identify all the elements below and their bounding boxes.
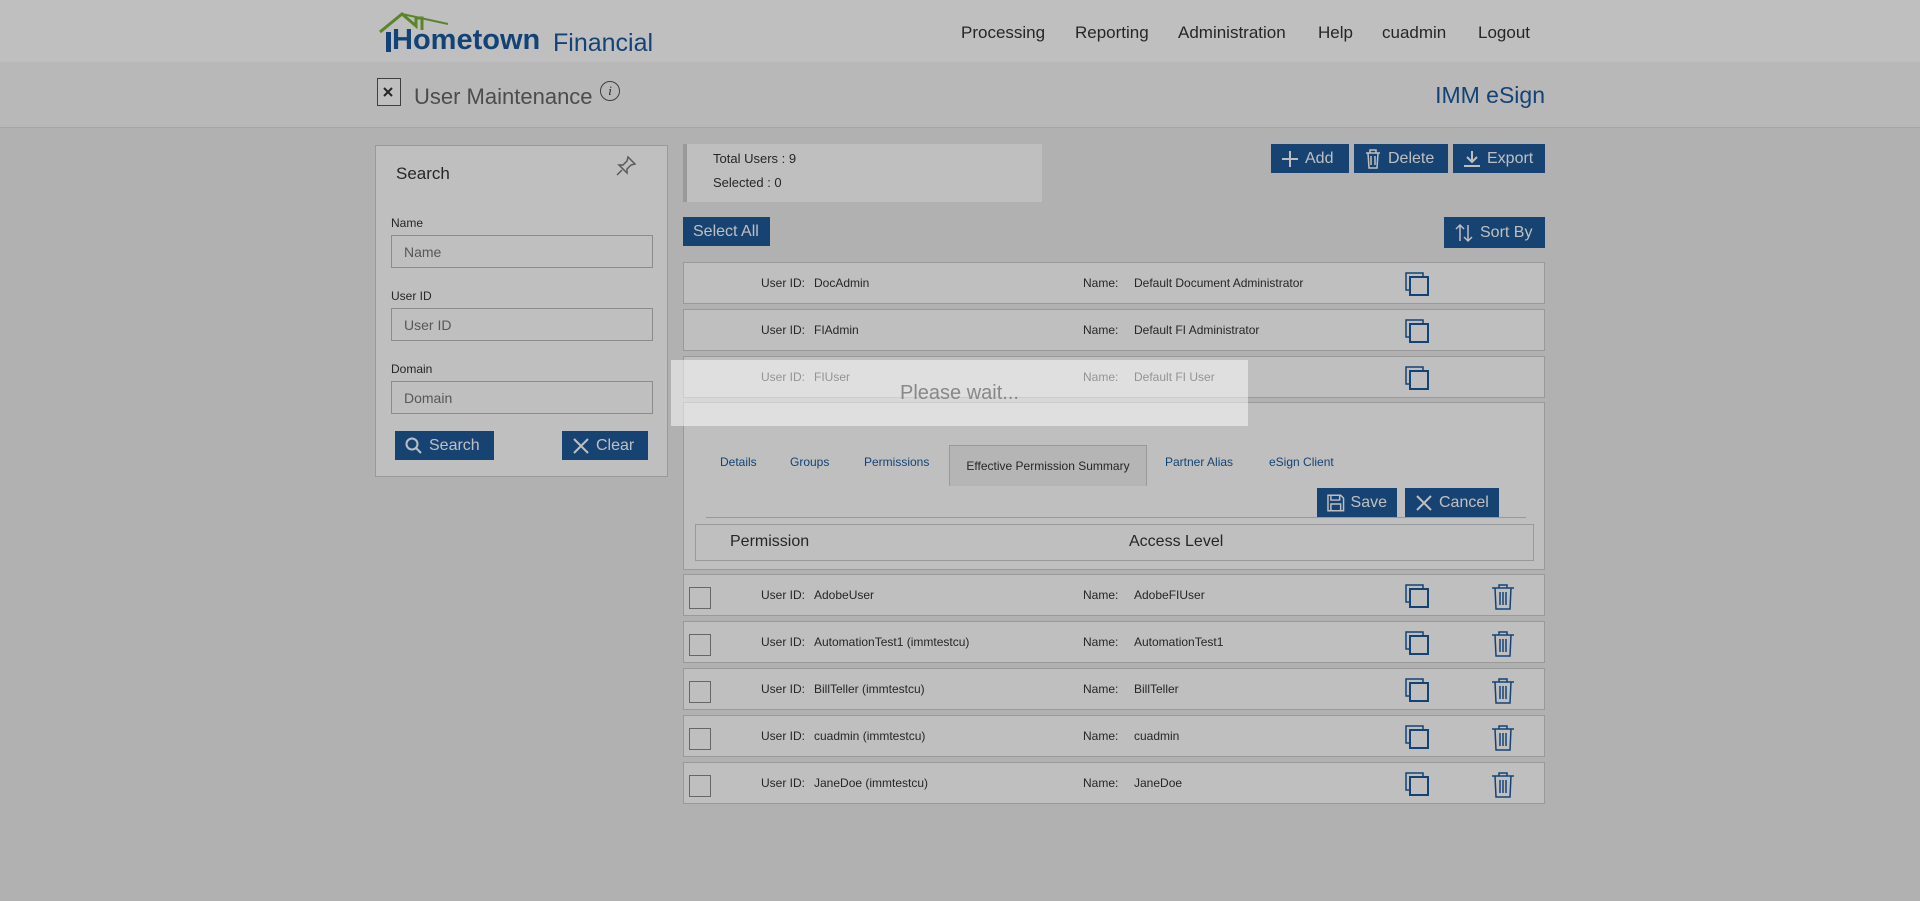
please-wait-message: Please wait... <box>671 360 1248 426</box>
loading-overlay <box>0 0 1920 901</box>
